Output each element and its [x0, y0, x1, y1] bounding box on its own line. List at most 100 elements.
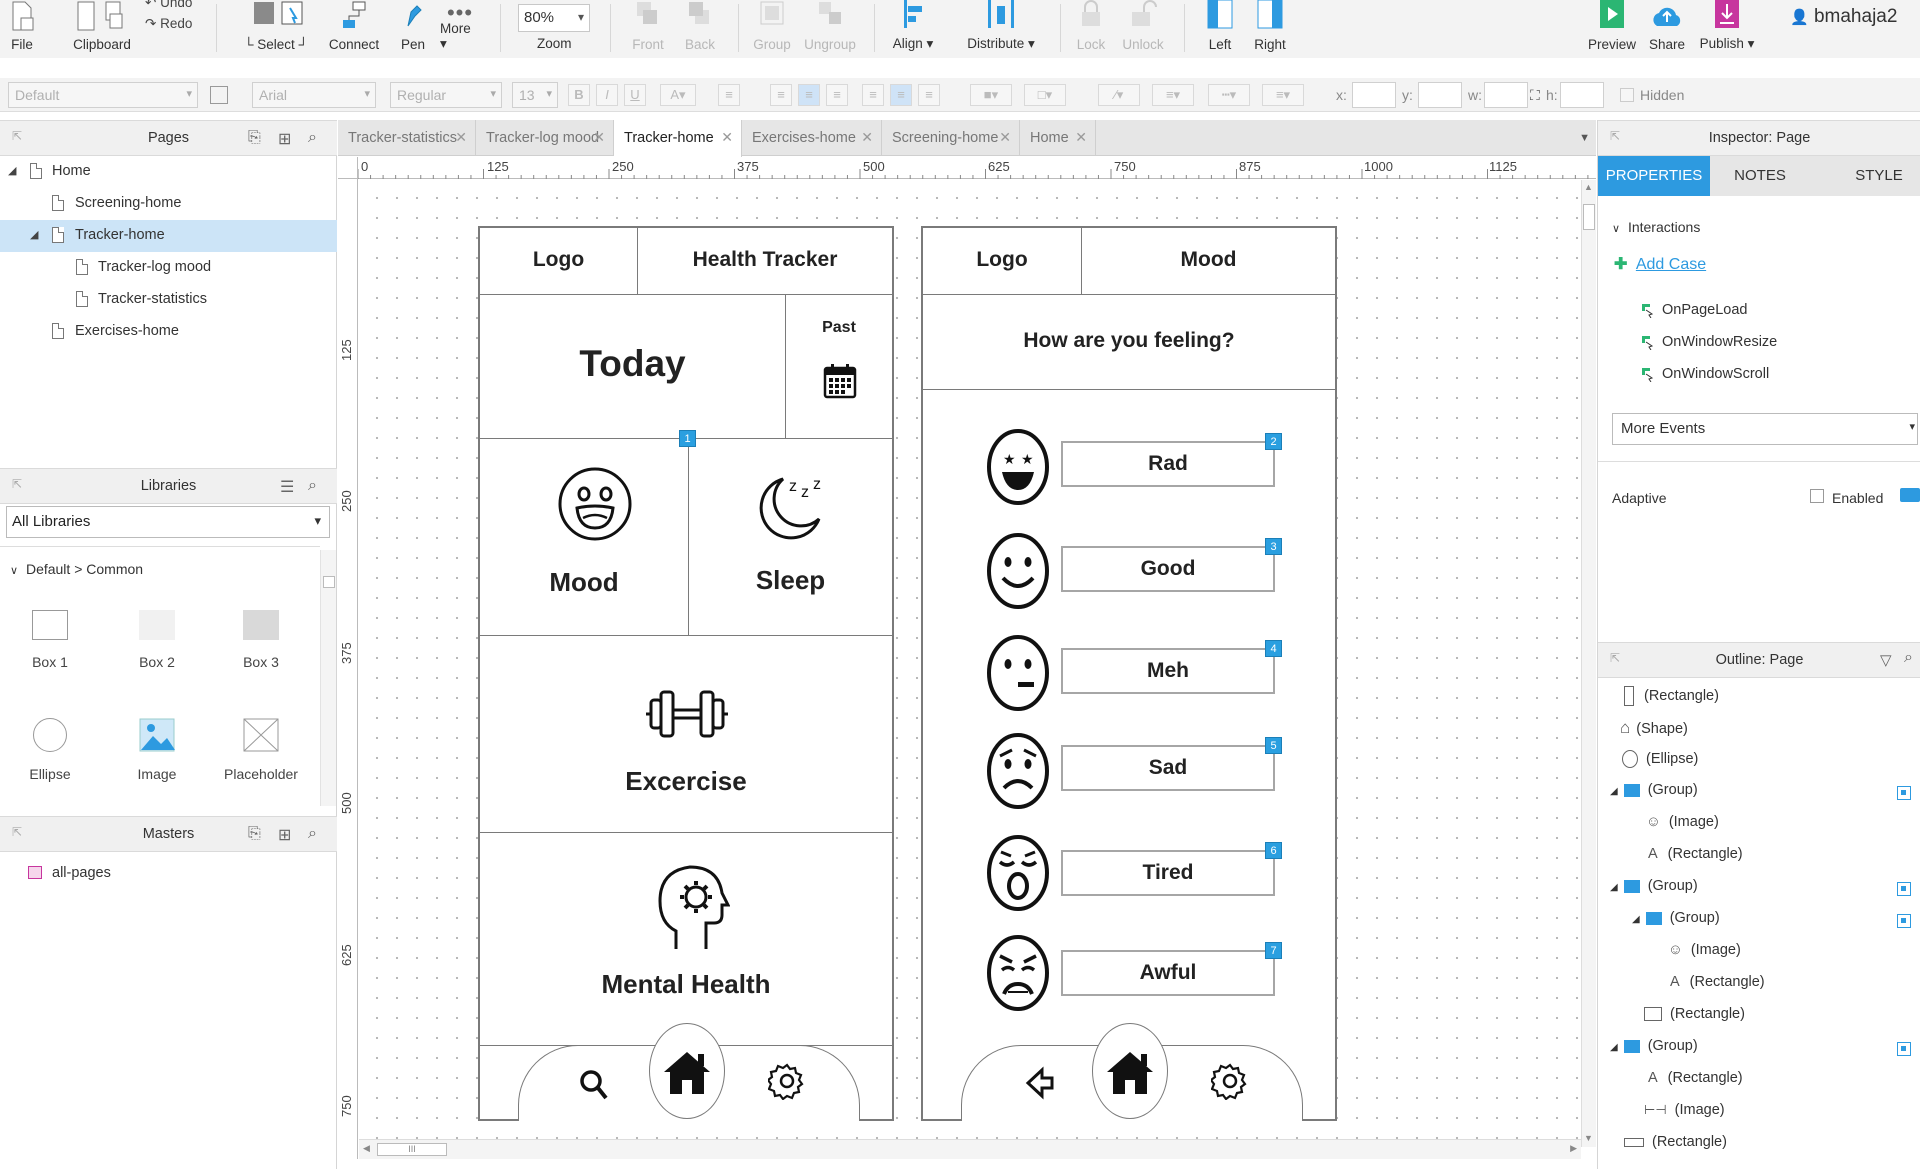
h-input[interactable]: [1560, 82, 1604, 108]
gear-icon[interactable]: [1211, 1062, 1249, 1100]
font-color-button[interactable]: A▾: [660, 84, 696, 106]
mood-option-tired[interactable]: Tired: [1061, 850, 1275, 896]
logo-cell[interactable]: Logo: [479, 227, 638, 295]
event-onwindowscroll[interactable]: OnWindowScroll: [1640, 366, 1769, 382]
left-button[interactable]: Left: [1204, 0, 1236, 58]
outline-item-group[interactable]: ◢ (Group): [1610, 878, 1698, 894]
close-icon[interactable]: ✕: [999, 129, 1011, 146]
search-icon[interactable]: ⌕: [308, 825, 317, 843]
outline-item[interactable]: A (Rectangle): [1670, 974, 1765, 990]
filter-icon[interactable]: ▽: [1880, 651, 1892, 669]
line-width-button[interactable]: ≡▾: [1152, 84, 1194, 106]
group-button[interactable]: Group: [752, 0, 792, 58]
adaptive-views-icon[interactable]: [1900, 488, 1920, 502]
scrollbar-thumb[interactable]: III: [377, 1143, 447, 1156]
library-scrollbar[interactable]: [320, 550, 336, 806]
collapse-arrow-icon[interactable]: ◢: [1632, 914, 1640, 925]
outline-item[interactable]: ☺ (Image): [1668, 942, 1741, 958]
sleep-tile[interactable]: z z z Sleep: [688, 438, 893, 636]
tab-notes[interactable]: NOTES: [1710, 156, 1810, 196]
event-onpageload[interactable]: OnPageLoad: [1640, 302, 1747, 318]
mental-health-tile[interactable]: Mental Health: [479, 832, 893, 1046]
italic-button[interactable]: I: [596, 84, 618, 106]
tab-style[interactable]: STYLE: [1824, 156, 1920, 196]
close-icon[interactable]: ✕: [861, 129, 873, 146]
outline-item[interactable]: ⊢⊣ (Image): [1644, 1102, 1725, 1118]
scrollbar-thumb[interactable]: [1583, 204, 1595, 230]
tab-exercises-home[interactable]: Exercises-home ✕: [742, 120, 882, 156]
outline-item[interactable]: (Rectangle): [1624, 686, 1719, 706]
library-select[interactable]: All Libraries: [6, 506, 330, 538]
zoom-select[interactable]: 80%: [518, 4, 590, 32]
home-nav-button[interactable]: [1092, 1023, 1168, 1119]
x-input[interactable]: [1352, 82, 1396, 108]
outline-item[interactable]: A (Rectangle): [1648, 1070, 1743, 1086]
interaction-marker[interactable]: 2: [1265, 433, 1282, 450]
exercise-tile[interactable]: Excercise: [479, 635, 893, 833]
widget-ellipse[interactable]: Ellipse: [10, 718, 90, 782]
mood-option-good[interactable]: Good: [1061, 546, 1275, 592]
page-item-home[interactable]: ◢ Home: [0, 156, 337, 188]
mood-option-meh[interactable]: Meh: [1061, 648, 1275, 694]
gear-icon[interactable]: [768, 1062, 806, 1100]
interaction-marker[interactable]: 7: [1265, 942, 1282, 959]
outline-item[interactable]: (Rectangle): [1624, 1134, 1727, 1150]
ungroup-button[interactable]: Ungroup: [800, 0, 860, 58]
bullet-list-button[interactable]: ≡: [718, 84, 740, 106]
tab-screening-home[interactable]: Screening-home ✕: [882, 120, 1020, 156]
tab-home[interactable]: Home ✕: [1020, 120, 1096, 156]
undo-button[interactable]: ↶ Undo: [145, 0, 192, 11]
interaction-marker[interactable]: 5: [1265, 737, 1282, 754]
style-edit-icon[interactable]: [210, 86, 228, 104]
star-eyes-face-icon[interactable]: ★ ★: [986, 428, 1050, 506]
tired-face-icon[interactable]: [986, 834, 1050, 912]
more-tools-button[interactable]: ••• More ▾: [440, 0, 480, 58]
home-nav-button[interactable]: [649, 1023, 725, 1119]
scroll-right-icon[interactable]: ▶: [1570, 1143, 1577, 1154]
enabled-checkbox[interactable]: [1810, 489, 1824, 503]
style-select[interactable]: Default: [8, 82, 198, 108]
sad-face-icon[interactable]: [986, 732, 1050, 810]
awful-face-icon[interactable]: [986, 934, 1050, 1012]
scroll-up-icon[interactable]: ▲: [1584, 182, 1593, 192]
neutral-face-icon[interactable]: [986, 634, 1050, 712]
arrow-style-button[interactable]: ≡▾: [1262, 84, 1304, 106]
add-master-icon[interactable]: ⎘: [248, 825, 261, 843]
widget-image[interactable]: Image: [117, 718, 197, 782]
mood-tile[interactable]: Mood: [479, 438, 689, 636]
outline-item[interactable]: ☺ (Image): [1646, 814, 1719, 830]
search-icon[interactable]: ⌕: [308, 477, 317, 495]
search-icon[interactable]: ⌕: [1904, 649, 1913, 667]
page-item-tracker-home[interactable]: ◢ Tracker-home: [0, 220, 337, 252]
mood-option-rad[interactable]: Rad: [1061, 441, 1275, 487]
page-item-tracker-log-mood[interactable]: Tracker-log mood: [0, 252, 337, 284]
page-item-exercises-home[interactable]: Exercises-home: [0, 316, 337, 348]
lock-button[interactable]: Lock: [1074, 0, 1108, 58]
underline-button[interactable]: U: [624, 84, 646, 106]
align-right-button[interactable]: ≡: [826, 84, 848, 106]
tab-properties[interactable]: PROPERTIES: [1598, 156, 1710, 196]
collapse-arrow-icon[interactable]: ◢: [8, 164, 16, 177]
interaction-marker[interactable]: 6: [1265, 842, 1282, 859]
past-cell[interactable]: Past: [785, 294, 893, 439]
collapse-arrow-icon[interactable]: ◢: [30, 228, 38, 241]
interactions-section[interactable]: ∨ Interactions: [1612, 219, 1700, 235]
widget-box-1[interactable]: Box 1: [10, 610, 90, 670]
mood-title-cell[interactable]: Mood: [1081, 227, 1336, 295]
widget-placeholder[interactable]: Placeholder: [221, 718, 301, 782]
user-menu[interactable]: 👤 bmahaja2: [1790, 6, 1897, 28]
line-style-button[interactable]: ┅▾: [1208, 84, 1250, 106]
outline-item[interactable]: (Rectangle): [1644, 1006, 1745, 1022]
add-folder-icon[interactable]: ⊞: [278, 825, 291, 845]
font-size-select[interactable]: 13: [512, 82, 558, 108]
pen-tool-button[interactable]: Pen: [394, 0, 432, 58]
send-back-button[interactable]: Back: [680, 0, 720, 58]
event-onwindowresize[interactable]: OnWindowResize: [1640, 334, 1777, 350]
right-button[interactable]: Right: [1250, 0, 1290, 58]
page-item-screening-home[interactable]: Screening-home: [0, 188, 337, 220]
close-icon[interactable]: ✕: [455, 129, 467, 146]
redo-button[interactable]: ↷ Redo: [145, 16, 192, 32]
hidden-checkbox[interactable]: [1620, 88, 1634, 102]
scroll-left-icon[interactable]: ◀: [363, 1143, 370, 1154]
collapse-arrow-icon[interactable]: ◢: [1610, 1042, 1618, 1053]
